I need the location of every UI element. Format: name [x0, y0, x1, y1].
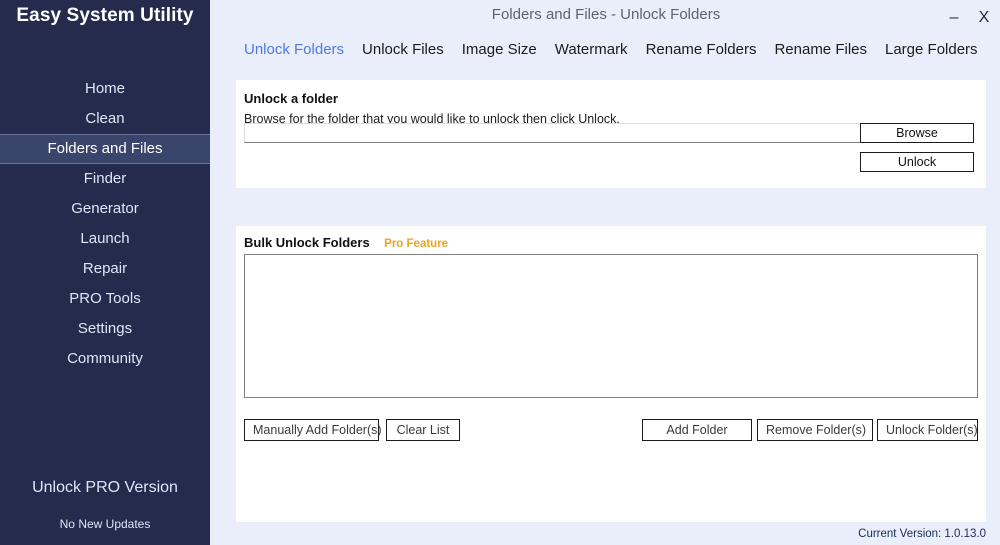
window-title: Folders and Files - Unlock Folders — [491, 6, 721, 23]
tab-image-size[interactable]: Image Size — [462, 41, 537, 58]
unlock-folders-button[interactable]: Unlock Folder(s) — [877, 419, 978, 441]
minimize-icon[interactable]: – — [944, 8, 964, 28]
unlock-pro-version-link[interactable]: Unlock PRO Version — [0, 479, 210, 517]
sidebar-item-label: Repair — [82, 260, 128, 277]
add-folder-button[interactable]: Add Folder — [642, 419, 752, 441]
folder-path-input[interactable] — [244, 123, 864, 143]
unlock-button[interactable]: Unlock — [860, 152, 974, 172]
bulk-panel-header: Bulk Unlock Folders Pro Feature — [244, 234, 974, 252]
sidebar: Easy System Utility Home Clean Folders a… — [0, 0, 210, 545]
sidebar-item-label: Finder — [83, 170, 127, 187]
application-window: Easy System Utility Home Clean Folders a… — [0, 0, 1000, 545]
update-status-label: No New Updates — [59, 517, 151, 531]
sidebar-item-label: Community — [67, 350, 143, 367]
sidebar-item-label: Generator — [71, 200, 139, 217]
clear-list-button[interactable]: Clear List — [386, 419, 460, 441]
sidebar-item-generator[interactable]: Generator — [0, 194, 210, 224]
bulk-unlock-panel: Bulk Unlock Folders Pro Feature Manually… — [236, 226, 986, 522]
app-brand-title: Easy System Utility — [16, 5, 194, 26]
sidebar-item-label: Home — [84, 80, 125, 97]
sidebar-item-repair[interactable]: Repair — [0, 254, 210, 284]
sidebar-item-finder[interactable]: Finder — [0, 164, 210, 194]
sidebar-footer: Unlock PRO Version No New Updates — [0, 479, 210, 545]
bulk-folder-listbox[interactable] — [244, 254, 978, 398]
sidebar-item-label: Settings — [77, 320, 133, 337]
sidebar-item-label: Launch — [80, 230, 130, 247]
manually-add-folders-button[interactable]: Manually Add Folder(s) — [244, 419, 382, 441]
tab-unlock-files[interactable]: Unlock Files — [362, 41, 444, 58]
pro-feature-badge: Pro Feature — [384, 238, 449, 250]
panel-title: Bulk Unlock Folders — [244, 235, 370, 250]
sidebar-item-folders-and-files[interactable]: Folders and Files — [0, 134, 210, 164]
tab-large-folders[interactable]: Large Folders — [885, 41, 978, 58]
sidebar-item-settings[interactable]: Settings — [0, 314, 210, 344]
sidebar-item-home[interactable]: Home — [0, 74, 210, 104]
sidebar-item-label: PRO Tools — [69, 290, 141, 307]
unlock-folder-panel: Unlock a folder Browse for the folder th… — [236, 80, 986, 188]
tab-watermark[interactable]: Watermark — [555, 41, 628, 58]
tab-rename-folders[interactable]: Rename Folders — [646, 41, 757, 58]
sidebar-item-label: Clean — [85, 110, 125, 127]
sidebar-nav: Home Clean Folders and Files Finder Gene… — [0, 74, 210, 374]
sidebar-item-community[interactable]: Community — [0, 344, 210, 374]
close-icon[interactable]: X — [974, 8, 994, 28]
sidebar-item-pro-tools[interactable]: PRO Tools — [0, 284, 210, 314]
sidebar-item-clean[interactable]: Clean — [0, 104, 210, 134]
remove-folders-button[interactable]: Remove Folder(s) — [757, 419, 873, 441]
main-area: Folders and Files - Unlock Folders – X U… — [212, 0, 1000, 545]
panel-title: Unlock a folder — [244, 91, 338, 106]
sidebar-item-label: Folders and Files — [47, 140, 163, 157]
tab-bar: Unlock Folders Unlock Files Image Size W… — [212, 32, 1000, 66]
sidebar-item-launch[interactable]: Launch — [0, 224, 210, 254]
version-label: Current Version: 1.0.13.0 — [858, 528, 986, 540]
titlebar: Folders and Files - Unlock Folders – X — [212, 0, 1000, 32]
browse-button[interactable]: Browse — [860, 123, 974, 143]
tab-rename-files[interactable]: Rename Files — [774, 41, 867, 58]
tab-unlock-folders[interactable]: Unlock Folders — [244, 41, 344, 58]
